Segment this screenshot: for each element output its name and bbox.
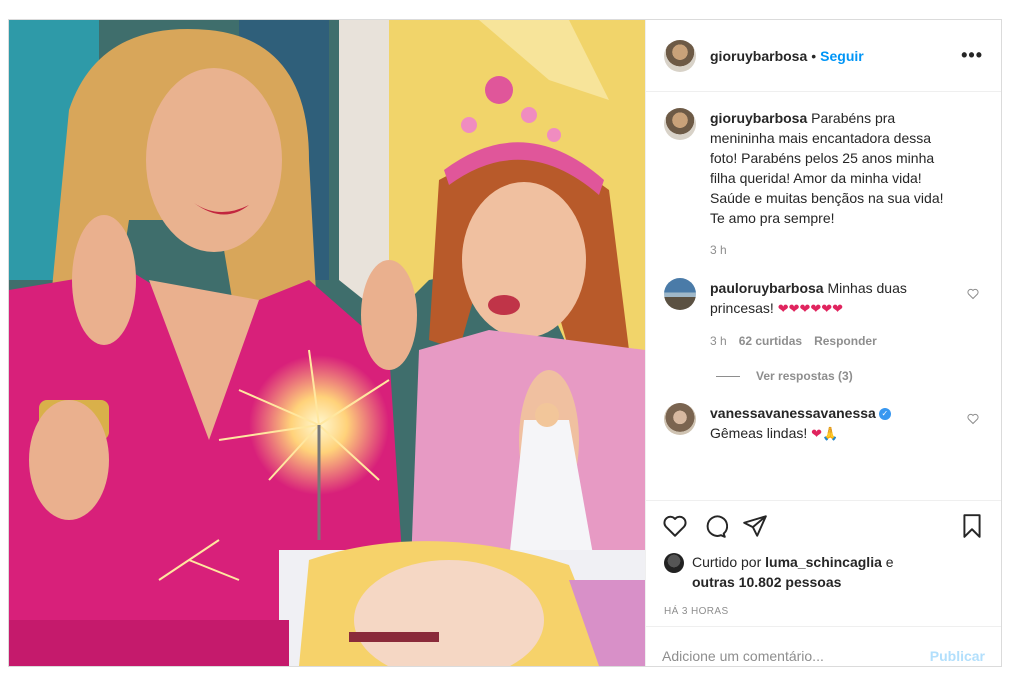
author-avatar[interactable] <box>664 39 696 72</box>
post-timestamp[interactable]: HÁ 3 HORAS <box>664 606 729 617</box>
heart-icon[interactable] <box>967 288 979 300</box>
birthday-photo-illustration <box>9 20 645 666</box>
comment-time[interactable]: 3 h <box>710 331 727 351</box>
post-header: gioruybarbosa • Seguir ••• <box>646 20 1001 92</box>
liker-avatar[interactable] <box>664 553 684 573</box>
view-replies-button[interactable]: Ver respostas (3) <box>716 369 983 383</box>
comment-text: Gêmeas lindas! <box>710 425 808 441</box>
liked-by-and: e <box>885 554 894 570</box>
add-comment-bar: Adicione um comentário... Publicar <box>646 626 1001 684</box>
comment-item: pauloruybarbosa Minhas duas princesas! ❤… <box>664 278 983 351</box>
reply-button[interactable]: Responder <box>814 331 877 351</box>
replies-line <box>716 375 740 377</box>
author-username[interactable]: gioruybarbosa <box>710 48 807 64</box>
verified-badge-icon: ✓ <box>878 408 891 421</box>
follow-button[interactable]: Seguir <box>820 48 864 64</box>
commenter-username[interactable]: vanessavanessavanessa <box>710 405 876 421</box>
comment-emojis: ❤🙏 <box>811 426 839 441</box>
liked-by-others[interactable]: outras 10.802 pessoas <box>692 574 841 590</box>
caption-avatar[interactable] <box>664 108 696 140</box>
comment-input[interactable]: Adicione um comentário... <box>662 648 930 664</box>
share-paper-plane-icon[interactable] <box>742 513 768 539</box>
commenter-avatar[interactable] <box>664 403 696 435</box>
heart-icon[interactable] <box>967 413 979 425</box>
liked-by-prefix: Curtido por <box>692 554 762 570</box>
publish-button[interactable]: Publicar <box>930 648 985 664</box>
caption-text: Parabéns pra menininha mais encantadora … <box>710 110 944 226</box>
post-photo[interactable] <box>9 20 645 666</box>
comment-likes[interactable]: 62 curtidas <box>739 331 802 351</box>
action-bar <box>646 500 1001 550</box>
caption: gioruybarbosa Parabéns pra menininha mai… <box>664 108 983 260</box>
bookmark-icon[interactable] <box>959 513 985 539</box>
liked-by-user[interactable]: luma_schincaglia <box>765 554 882 570</box>
instagram-post: gioruybarbosa • Seguir ••• gioruybarbosa… <box>8 19 1002 667</box>
comment-bubble-icon[interactable] <box>702 513 728 539</box>
liked-by: Curtido por luma_schincaglia e outras 10… <box>664 552 983 592</box>
commenter-username[interactable]: pauloruybarbosa <box>710 280 824 296</box>
comment-item: vanessavanessavanessa ✓ Gêmeas lindas! ❤🙏 <box>664 403 983 444</box>
commenter-avatar[interactable] <box>664 278 696 310</box>
caption-username[interactable]: gioruybarbosa <box>710 110 807 126</box>
comments-section: gioruybarbosa Parabéns pra menininha mai… <box>646 92 1001 500</box>
post-side-panel: gioruybarbosa • Seguir ••• gioruybarbosa… <box>645 20 1001 666</box>
view-replies-label: Ver respostas (3) <box>756 369 853 383</box>
like-heart-icon[interactable] <box>662 513 688 539</box>
more-options-icon[interactable]: ••• <box>961 45 983 66</box>
separator-dot: • <box>811 47 817 64</box>
caption-time[interactable]: 3 h <box>710 240 727 260</box>
comment-emojis: ❤❤❤❤❤❤ <box>777 301 844 316</box>
